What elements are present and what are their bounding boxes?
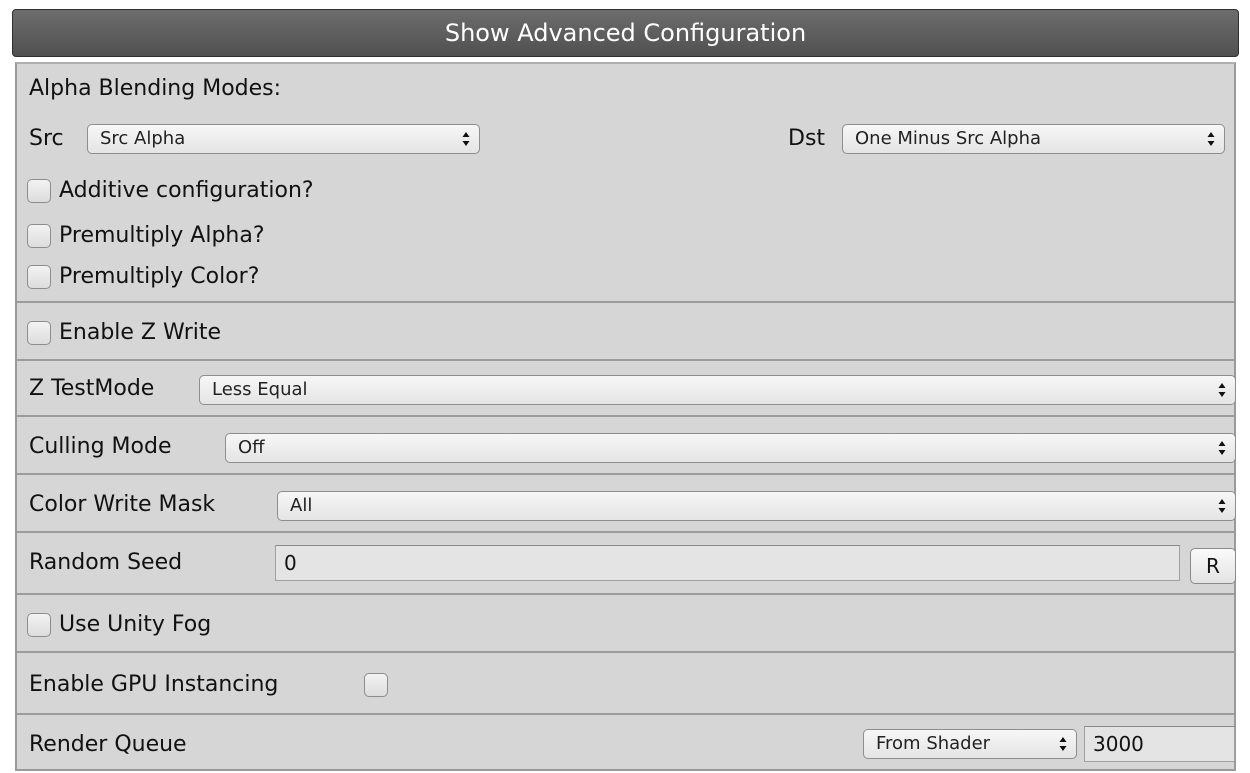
render-queue-value-input[interactable]: 3000 — [1084, 726, 1235, 762]
z-test-select[interactable]: Less Equal — [199, 375, 1236, 405]
z-test-section: Z TestMode Less Equal — [17, 361, 1236, 417]
z-write-checkbox[interactable] — [27, 321, 51, 345]
gpu-instancing-checkbox[interactable] — [364, 673, 388, 697]
color-write-mask-select[interactable]: All — [277, 491, 1236, 521]
premultiply-color-checkbox[interactable] — [27, 265, 51, 289]
render-queue-section: Render Queue From Shader 3000 — [17, 715, 1235, 771]
dst-blend-select[interactable]: One Minus Src Alpha — [842, 124, 1225, 154]
updown-arrows-icon — [1218, 499, 1226, 513]
culling-label: Culling Mode — [29, 434, 172, 459]
random-seed-value: 0 — [284, 551, 297, 575]
premultiply-color-label: Premultiply Color? — [59, 264, 260, 289]
updown-arrows-icon — [1218, 383, 1226, 397]
updown-arrows-icon — [1207, 132, 1215, 146]
z-test-value: Less Equal — [212, 379, 308, 400]
advanced-config-toggle[interactable]: Show Advanced Configuration — [12, 9, 1239, 57]
random-seed-section: Random Seed 0 R — [17, 533, 1236, 595]
render-queue-mode-select[interactable]: From Shader — [863, 729, 1077, 759]
premultiply-alpha-label: Premultiply Alpha? — [59, 223, 265, 248]
color-write-mask-label: Color Write Mask — [29, 492, 216, 517]
dst-label: Dst — [788, 126, 826, 151]
gpu-instancing-section: Enable GPU Instancing — [17, 653, 1234, 715]
culling-select[interactable]: Off — [225, 433, 1236, 463]
culling-section: Culling Mode Off — [17, 417, 1236, 475]
use-unity-fog-checkbox[interactable] — [27, 613, 51, 637]
alpha-blending-section: Alpha Blending Modes: Src Src Alpha Dst … — [17, 64, 1234, 303]
z-test-label: Z TestMode — [29, 376, 155, 401]
additive-config-checkbox[interactable] — [27, 179, 51, 203]
updown-arrows-icon — [1218, 441, 1226, 455]
randomize-seed-button[interactable]: R — [1190, 548, 1236, 584]
color-write-mask-value: All — [290, 495, 313, 516]
color-write-mask-section: Color Write Mask All — [17, 475, 1236, 533]
dst-blend-value: One Minus Src Alpha — [855, 128, 1042, 149]
z-write-section: Enable Z Write — [17, 303, 1234, 361]
randomize-seed-button-label: R — [1206, 554, 1220, 578]
fog-section: Use Unity Fog — [17, 595, 1234, 653]
render-queue-value: 3000 — [1093, 732, 1144, 756]
premultiply-alpha-checkbox[interactable] — [27, 224, 51, 248]
alpha-blending-title: Alpha Blending Modes: — [29, 76, 282, 101]
gpu-instancing-label: Enable GPU Instancing — [29, 672, 279, 697]
random-seed-label: Random Seed — [29, 550, 183, 575]
src-blend-value: Src Alpha — [100, 128, 186, 149]
updown-arrows-icon — [1059, 737, 1067, 751]
src-blend-select[interactable]: Src Alpha — [87, 124, 480, 154]
culling-value: Off — [238, 437, 265, 458]
additive-config-label: Additive configuration? — [59, 178, 314, 203]
render-queue-label: Render Queue — [29, 732, 187, 757]
render-queue-mode-value: From Shader — [876, 733, 991, 754]
z-write-label: Enable Z Write — [59, 320, 222, 345]
updown-arrows-icon — [462, 132, 470, 146]
advanced-config-panel: Alpha Blending Modes: Src Src Alpha Dst … — [15, 62, 1236, 771]
src-label: Src — [29, 126, 64, 151]
random-seed-input[interactable]: 0 — [275, 545, 1180, 581]
header-title: Show Advanced Configuration — [444, 19, 807, 47]
use-unity-fog-label: Use Unity Fog — [59, 612, 212, 637]
